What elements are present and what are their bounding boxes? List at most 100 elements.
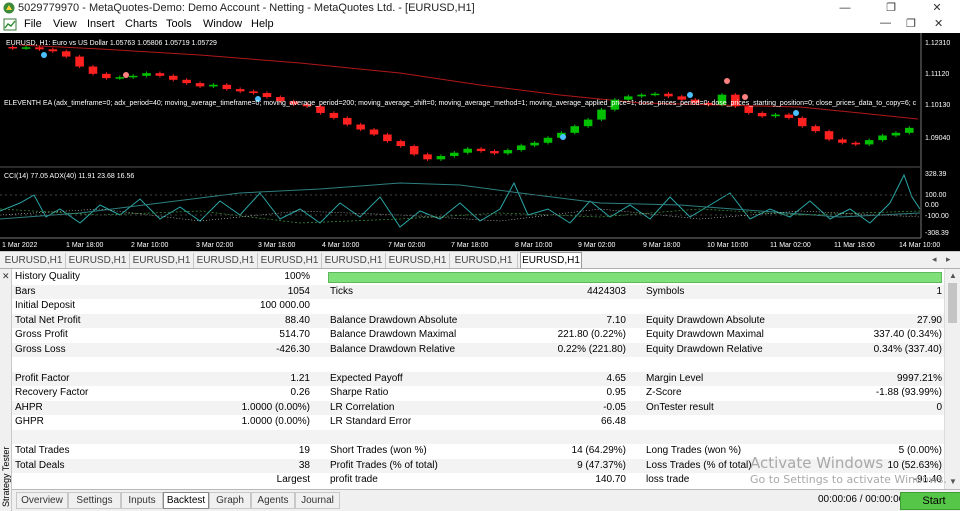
results-row [12,357,944,372]
metric-value: 0.34% (337.40) [873,343,942,355]
metric-value: 88.40 [284,314,310,326]
candle-body [811,126,820,132]
tab-overview[interactable]: Overview [16,492,68,509]
metric-value: 221.80 (0.22%) [557,329,626,340]
close-button[interactable]: ✕ [914,0,960,16]
tab-inputs[interactable]: Inputs [121,492,163,509]
candle-body [851,142,861,145]
minimize-button[interactable]: — [822,0,868,16]
menu-view[interactable]: View [53,18,77,30]
restore-button[interactable]: ❐ [868,0,914,16]
chart-header: EURUSD, H1: Euro vs US Dollar 1.05763 1.… [6,40,217,47]
start-button[interactable]: Start [900,492,960,510]
metric-value: -1.88 (93.99%) [875,387,942,398]
candle-body [784,114,794,118]
trade-marker [793,110,799,116]
chart-tab[interactable]: EURUSD,H1 [194,253,258,268]
tab-graph[interactable]: Graph [209,492,251,509]
candle-body [838,139,847,143]
metatrader-app-icon [3,2,15,14]
metric-value: 4424303 [587,285,626,297]
chart-tab[interactable]: EURUSD,H1 [386,253,450,268]
results-row: History Quality 100% [12,270,944,285]
chart-tab-active[interactable]: EURUSD,H1 [520,252,582,269]
candle-body [583,119,593,127]
menu-charts[interactable]: Charts [125,18,157,30]
tab-agents[interactable]: Agents [251,492,295,509]
activate-windows-subtitle: Go to Settings to activate Windows. [750,473,948,486]
tab-settings[interactable]: Settings [68,492,121,509]
metric-value: 100% [284,271,310,282]
time-axis-label: 10 Mar 10:00 [707,242,748,249]
scroll-down-icon[interactable]: ▼ [949,477,957,486]
candle-body [409,146,419,155]
child-minimize-button[interactable]: — [880,17,891,29]
time-axis-label: 14 Mar 10:00 [899,242,940,249]
time-axis-label: 2 Mar 10:00 [131,242,168,249]
metric-value: 1.0000 (0.00%) [241,416,310,427]
menu-insert[interactable]: Insert [87,18,115,30]
metric-value: 0.95 [606,387,626,398]
menu-tools[interactable]: Tools [166,18,192,30]
metric-value: 27.90 [916,314,942,326]
candle-body [88,66,98,74]
candle-body [570,126,580,133]
candle-body [222,84,232,90]
candle-body [168,75,178,80]
tab-backtest[interactable]: Backtest [163,492,209,509]
tab-scroll-left-icon[interactable]: ◂ [932,254,937,265]
candle-body [383,134,392,142]
trade-marker [41,52,47,58]
time-axis-label: 11 Mar 02:00 [770,242,811,249]
tab-journal[interactable]: Journal [295,492,340,509]
chart-tab[interactable]: EURUSD,H1 [450,253,518,268]
results-row: AHPR 1.0000 (0.00%) LR Correlation -0.05 OnT… [12,400,944,415]
candle-body [195,83,205,87]
price-label: 1.09040 [925,135,950,142]
tab-scroll-right-icon[interactable]: ▸ [946,254,951,265]
chart-tab[interactable]: EURUSD,H1 [2,253,66,268]
metric-value: 38 [298,459,310,471]
menu-file[interactable]: File [24,18,42,30]
candle-body [637,94,646,97]
candle-body [235,89,245,92]
metric-value: 1.21 [290,372,310,384]
metric-value: 337.40 (0.34%) [873,329,942,340]
tester-close-icon[interactable]: ✕ [2,271,10,282]
chart-tab[interactable]: EURUSD,H1 [66,253,130,268]
candle-body [182,79,191,84]
child-close-button[interactable]: ✕ [934,17,943,30]
candle-body [771,114,780,117]
metric-value: 1054 [287,285,310,297]
time-axis-label: 7 Mar 18:00 [451,242,488,249]
indicator-level-label: -100.00 [925,213,949,220]
candle-body [155,73,165,76]
menu-window[interactable]: Window [203,18,242,30]
results-row [12,429,944,444]
results-scrollbar[interactable]: ▲ ▼ [944,269,960,489]
menu-help[interactable]: Help [251,18,274,30]
expert-advisor-label: ELEVENTH EA (adx_timeframe=0; adx_period… [4,100,917,107]
scrollbar-thumb[interactable] [948,283,957,323]
scroll-up-icon[interactable]: ▲ [949,271,957,280]
candle-body [262,93,272,98]
menu-bar: File View Insert Charts Tools Window Hel… [0,16,960,33]
time-axis-label: 1 Mar 18:00 [66,242,103,249]
indicator-level-label: 100.00 [925,192,947,199]
chart-tab[interactable]: EURUSD,H1 [258,253,322,268]
metric-value: 7.10 [606,314,626,326]
price-chart[interactable]: EURUSD, H1: Euro vs US Dollar 1.05763 1.… [0,33,960,251]
chart-tab[interactable]: EURUSD,H1 [322,253,386,268]
results-row: Initial Deposit 100 000.00 [12,299,944,314]
results-row: Profit Factor 1.21 Expected Payoff 4.65 Marg… [12,371,944,386]
candle-body [329,112,339,118]
price-chart-canvas[interactable]: EURUSD, H1: Euro vs US Dollar 1.05763 1.… [0,33,960,251]
child-restore-button[interactable]: ❐ [906,17,916,30]
chart-tab[interactable]: EURUSD,H1 [130,253,194,268]
strategy-tester-label: Strategy Tester [1,446,11,507]
candle-body [744,106,754,113]
results-row: Gross Profit 514.70 Balance Drawdown Maxim… [12,328,944,343]
results-row: Recovery Factor 0.26 Sharpe Ratio 0.95 Z-Sco… [12,386,944,401]
candle-body [209,84,218,87]
candle-body [490,151,499,154]
